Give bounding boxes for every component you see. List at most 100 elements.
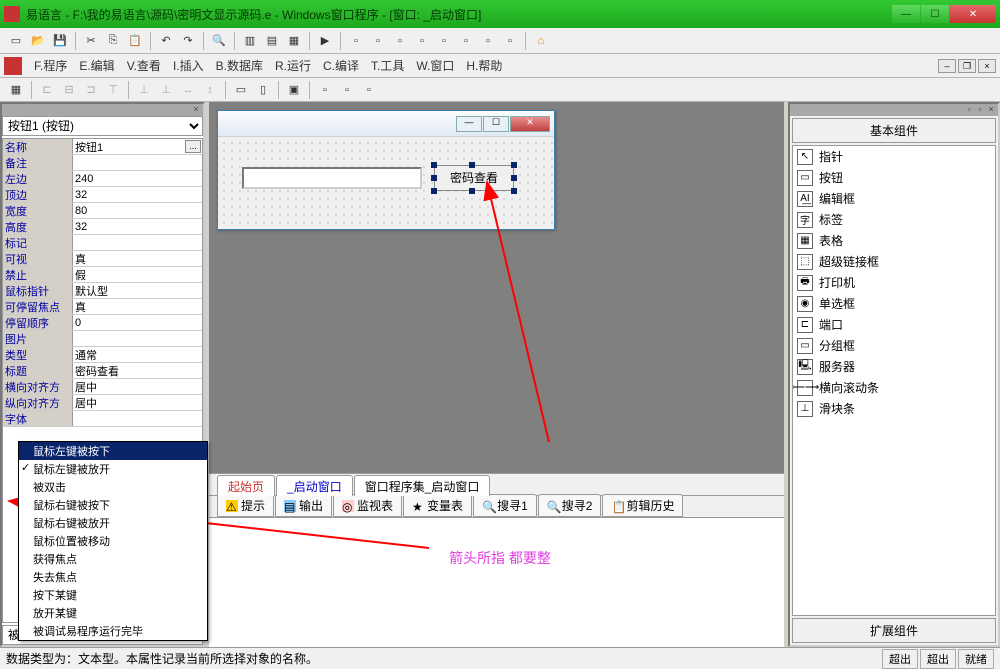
- tool8-icon[interactable]: ▫: [500, 31, 520, 51]
- event-item[interactable]: 放开某键: [19, 604, 207, 622]
- ellipsis-button[interactable]: ...: [185, 140, 201, 153]
- menu-view[interactable]: V.查看: [121, 55, 167, 76]
- prop-value[interactable]: 32: [73, 219, 202, 234]
- align-top-icon[interactable]: ⊤: [103, 80, 123, 100]
- component-item[interactable]: ▦表格: [793, 230, 995, 251]
- copy-icon[interactable]: ⎘: [103, 31, 123, 51]
- save-icon[interactable]: 💾: [50, 31, 70, 51]
- event-item[interactable]: 鼠标右键被放开: [19, 514, 207, 532]
- prop-row[interactable]: 高度32: [3, 219, 202, 235]
- home-icon[interactable]: ⌂: [531, 31, 551, 51]
- align-bottom-icon[interactable]: ⊥: [156, 80, 176, 100]
- minimize-button[interactable]: —: [892, 5, 920, 23]
- component-list[interactable]: ↖指针▭按钮A͟I编辑框字标签▦表格⬚超级链接框🖶打印机◉单选框⊏端口▭分组框🖳…: [792, 145, 996, 616]
- event-item[interactable]: 被调试易程序运行完毕: [19, 622, 207, 640]
- component-item[interactable]: ⊏端口: [793, 314, 995, 335]
- prop-row[interactable]: 字体: [3, 411, 202, 427]
- event-item[interactable]: 鼠标位置被移动: [19, 532, 207, 550]
- design-window[interactable]: — ☐ ✕ 密码查看: [217, 110, 555, 230]
- output-tab-clip[interactable]: 📋剪辑历史: [602, 494, 683, 517]
- tool1-icon[interactable]: ▫: [346, 31, 366, 51]
- event-item[interactable]: 失去焦点: [19, 568, 207, 586]
- prop-row[interactable]: 顶边32: [3, 187, 202, 203]
- tool2-icon[interactable]: ▫: [368, 31, 388, 51]
- align-center-h-icon[interactable]: ⊟: [59, 80, 79, 100]
- misc3-icon[interactable]: ▫: [359, 80, 379, 100]
- run-icon[interactable]: ▶: [315, 31, 335, 51]
- panel-btn2-icon[interactable]: ▫: [975, 104, 985, 114]
- prop-row[interactable]: 标记: [3, 235, 202, 251]
- tab-proc[interactable]: 窗口程序集_启动窗口: [354, 475, 491, 496]
- prop-value[interactable]: 居中: [73, 395, 202, 410]
- prop-value[interactable]: 通常: [73, 347, 202, 362]
- misc1-icon[interactable]: ▫: [315, 80, 335, 100]
- menu-insert[interactable]: I.插入: [167, 55, 210, 76]
- center-h-icon[interactable]: ▭: [231, 80, 251, 100]
- prop-value[interactable]: 假: [73, 267, 202, 282]
- tab-startpage[interactable]: 起始页: [217, 475, 275, 496]
- tool7-icon[interactable]: ▫: [478, 31, 498, 51]
- event-item[interactable]: 获得焦点: [19, 550, 207, 568]
- event-item[interactable]: 被双击: [19, 478, 207, 496]
- component-item[interactable]: 🖳服务器: [793, 356, 995, 377]
- open-icon[interactable]: 📂: [28, 31, 48, 51]
- prop-row[interactable]: 类型通常: [3, 347, 202, 363]
- output-tab-search2[interactable]: 🔍搜寻2: [538, 494, 602, 517]
- mdi-restore[interactable]: ❐: [958, 59, 976, 73]
- layout2-icon[interactable]: ▤: [262, 31, 282, 51]
- prop-row[interactable]: 可停留焦点真: [3, 299, 202, 315]
- bring-front-icon[interactable]: ▣: [284, 80, 304, 100]
- prop-value[interactable]: [73, 411, 202, 426]
- prop-value[interactable]: [73, 155, 202, 170]
- prop-row[interactable]: 图片: [3, 331, 202, 347]
- prop-value[interactable]: 真: [73, 299, 202, 314]
- output-tab-watch[interactable]: ◎监视表: [333, 494, 402, 517]
- prop-row[interactable]: 禁止假: [3, 267, 202, 283]
- prop-row[interactable]: 备注: [3, 155, 202, 171]
- menu-database[interactable]: B.数据库: [210, 55, 269, 76]
- component-item[interactable]: ⟵⟶横向滚动条: [793, 377, 995, 398]
- status-btn-0[interactable]: 超出: [882, 649, 918, 669]
- prop-row[interactable]: 停留顺序0: [3, 315, 202, 331]
- prop-row[interactable]: 鼠标指针默认型: [3, 283, 202, 299]
- menu-window[interactable]: W.窗口: [410, 55, 460, 76]
- component-item[interactable]: ⊥滑块条: [793, 398, 995, 419]
- component-item[interactable]: A͟I编辑框: [793, 188, 995, 209]
- output-tab-output[interactable]: ▤输出: [275, 494, 332, 517]
- event-item[interactable]: 鼠标左键被按下: [19, 442, 207, 460]
- layout3-icon[interactable]: ▦: [284, 31, 304, 51]
- prop-row[interactable]: 标题密码查看: [3, 363, 202, 379]
- prop-value[interactable]: 32: [73, 187, 202, 202]
- design-textbox[interactable]: [242, 167, 422, 189]
- component-item[interactable]: ▭按钮: [793, 167, 995, 188]
- menu-help[interactable]: H.帮助: [460, 55, 508, 76]
- tool6-icon[interactable]: ▫: [456, 31, 476, 51]
- prop-value[interactable]: 80: [73, 203, 202, 218]
- menu-edit[interactable]: E.编辑: [73, 55, 120, 76]
- prop-value[interactable]: [73, 331, 202, 346]
- mdi-close[interactable]: ×: [978, 59, 996, 73]
- same-height-icon[interactable]: ↕: [200, 80, 220, 100]
- align-middle-icon[interactable]: ⊥: [134, 80, 154, 100]
- event-dropdown[interactable]: 鼠标左键被按下鼠标左键被放开被双击鼠标右键被按下鼠标右键被放开鼠标位置被移动获得…: [18, 441, 208, 641]
- mdi-minimize[interactable]: –: [938, 59, 956, 73]
- prop-row[interactable]: 左边240: [3, 171, 202, 187]
- design-window-body[interactable]: 密码查看: [218, 137, 554, 231]
- panel-close-icon[interactable]: ×: [191, 104, 201, 114]
- redo-icon[interactable]: ↷: [178, 31, 198, 51]
- design-canvas[interactable]: — ☐ ✕ 密码查看: [209, 102, 784, 473]
- menu-compile[interactable]: C.编译: [317, 55, 365, 76]
- menu-run[interactable]: R.运行: [269, 55, 317, 76]
- component-item[interactable]: ↖指针: [793, 146, 995, 167]
- tool5-icon[interactable]: ▫: [434, 31, 454, 51]
- align-left-icon[interactable]: ⊏: [37, 80, 57, 100]
- component-item[interactable]: 字标签: [793, 209, 995, 230]
- maximize-button[interactable]: ☐: [921, 5, 949, 23]
- output-tab-search1[interactable]: 🔍搜寻1: [473, 494, 537, 517]
- layout1-icon[interactable]: ▥: [240, 31, 260, 51]
- undo-icon[interactable]: ↶: [156, 31, 176, 51]
- tab-window[interactable]: _启动窗口: [276, 475, 353, 496]
- output-tab-vars[interactable]: ★变量表: [403, 494, 472, 517]
- prop-row[interactable]: 名称按钮1...: [3, 139, 202, 155]
- prop-value[interactable]: 按钮1...: [73, 139, 202, 154]
